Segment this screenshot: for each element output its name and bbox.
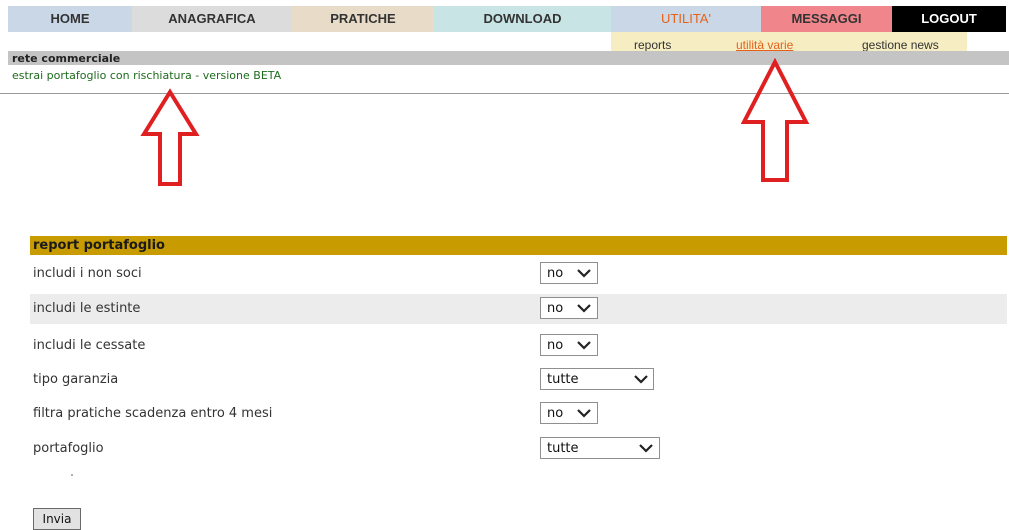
chevron-down-icon xyxy=(577,269,591,278)
decorative-dot xyxy=(71,474,73,476)
arrow-up-outline-icon xyxy=(140,88,200,186)
select-cessate[interactable]: no xyxy=(540,334,598,356)
section-bar xyxy=(8,51,1009,65)
nav-home[interactable]: HOME xyxy=(8,6,132,32)
submenu-reports[interactable]: reports xyxy=(634,38,671,52)
submenu-utilita-varie[interactable]: utilità varie xyxy=(736,38,793,52)
main-nav: HOME ANAGRAFICA PRATICHE DOWNLOAD UTILIT… xyxy=(8,6,1006,32)
label-tipo-garanzia: tipo garanzia xyxy=(33,372,119,387)
chevron-down-icon xyxy=(634,375,648,384)
nav-anagrafica[interactable]: ANAGRAFICA xyxy=(132,6,292,32)
select-scadenza[interactable]: no xyxy=(540,402,598,424)
form-row-scadenza: filtra pratiche scadenza entro 4 mesi no xyxy=(30,399,1007,429)
nav-download[interactable]: DOWNLOAD xyxy=(434,6,611,32)
select-value: tutte xyxy=(547,372,579,387)
label-portafoglio: portafoglio xyxy=(33,441,104,456)
label-non-soci: includi i non soci xyxy=(33,266,142,281)
select-value: tutte xyxy=(547,441,579,456)
form-row-cessate: includi le cessate no xyxy=(30,331,1007,361)
chevron-down-icon xyxy=(577,341,591,350)
nav-pratiche[interactable]: PRATICHE xyxy=(292,6,434,32)
section-title: rete commerciale xyxy=(12,52,121,65)
chevron-down-icon xyxy=(577,409,591,418)
chevron-down-icon xyxy=(577,304,591,313)
estrai-portafoglio-link[interactable]: estrai portafoglio con rischiatura - ver… xyxy=(12,69,281,82)
submenu-gestione-news[interactable]: gestione news xyxy=(862,38,939,52)
label-estinte: includi le estinte xyxy=(33,301,141,316)
form-row-non-soci: includi i non soci no xyxy=(30,259,1007,289)
select-value: no xyxy=(547,338,564,353)
nav-messaggi[interactable]: MESSAGGI xyxy=(761,6,892,32)
arrow-up-outline-icon xyxy=(740,58,810,182)
select-value: no xyxy=(547,406,564,421)
label-cessate: includi le cessate xyxy=(33,338,146,353)
select-non-soci[interactable]: no xyxy=(540,262,598,284)
submit-button[interactable]: Invia xyxy=(33,508,81,530)
label-scadenza: filtra pratiche scadenza entro 4 mesi xyxy=(33,406,273,421)
chevron-down-icon xyxy=(639,444,653,453)
select-tipo-garanzia[interactable]: tutte xyxy=(540,368,654,390)
nav-logout[interactable]: LOGOUT xyxy=(892,6,1006,32)
select-portafoglio[interactable]: tutte xyxy=(540,437,660,459)
form-row-portafoglio: portafoglio tutte xyxy=(30,434,1007,464)
report-header-bar xyxy=(30,236,1007,255)
select-estinte[interactable]: no xyxy=(540,297,598,319)
form-row-tipo-garanzia: tipo garanzia tutte xyxy=(30,365,1007,395)
nav-utilita[interactable]: UTILITA' xyxy=(611,6,761,32)
select-value: no xyxy=(547,301,564,316)
form-row-estinte: includi le estinte no xyxy=(30,294,1007,324)
report-title: report portafoglio xyxy=(33,238,165,253)
select-value: no xyxy=(547,266,564,281)
